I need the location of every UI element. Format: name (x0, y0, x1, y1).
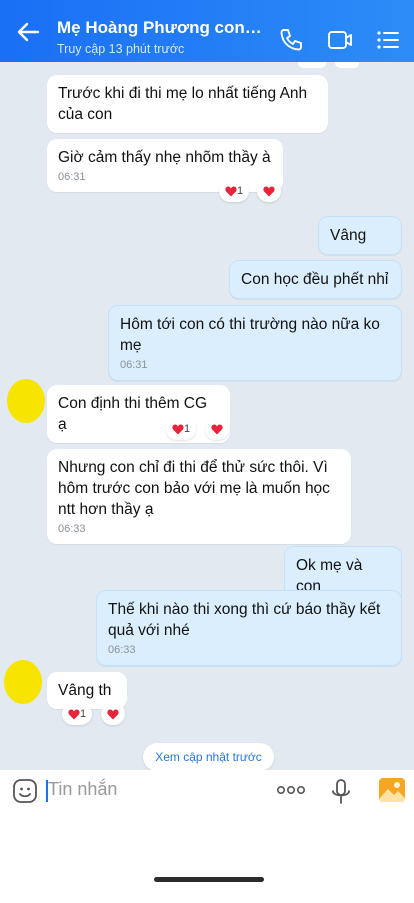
add-reaction-button[interactable] (205, 418, 229, 440)
message-bubble-outgoing[interactable]: Thế khi nào thi xong thì cứ báo thầy kết… (96, 590, 402, 666)
message-composer: Tin nhắn (0, 770, 414, 903)
heart-icon (107, 709, 119, 719)
add-reaction-button[interactable] (101, 703, 125, 725)
reaction-count: 1 (183, 423, 191, 435)
heart-icon (68, 709, 80, 719)
message-text: Thế khi nào thi xong thì cứ báo thầy kết… (108, 601, 381, 639)
message-list[interactable]: Trước khi đi thi mẹ lo nhất tiếng Anh củ… (0, 62, 414, 770)
home-indicator[interactable] (154, 877, 264, 882)
reaction-count-badge[interactable]: 1 (62, 703, 92, 725)
heart-icon (211, 424, 223, 434)
message-bubble-outgoing[interactable]: Vâng (318, 216, 402, 255)
add-reaction-button[interactable] (257, 180, 281, 202)
message-time: 06:33 (108, 644, 136, 656)
phone-icon[interactable] (278, 27, 304, 53)
sticker-icon[interactable] (12, 778, 38, 804)
menu-list-icon[interactable] (375, 27, 401, 53)
message-time: 06:33 (58, 523, 86, 535)
message-bubble-outgoing[interactable]: Hôm tới con có thi trường nào nữa ko mẹ … (108, 305, 402, 381)
message-bubble-outgoing[interactable]: Con học đều phết nhỉ (229, 260, 402, 299)
contact-avatar[interactable] (4, 660, 42, 704)
chat-header: Mẹ Hoàng Phương con T... Truy cập 13 phú… (0, 0, 414, 62)
message-text: Nhưng con chỉ đi thi để thử sức thôi. Vì… (58, 459, 330, 518)
message-text: Con học đều phết nhỉ (241, 271, 389, 288)
microphone-icon[interactable] (330, 778, 352, 806)
image-icon[interactable] (378, 777, 406, 803)
contact-name[interactable]: Mẹ Hoàng Phương con T... (57, 18, 262, 38)
last-seen-status: Truy cập 13 phút trước (57, 42, 185, 56)
message-text: Vâng th (58, 682, 112, 699)
message-bubble-incoming[interactable]: Giờ cảm thấy nhẹ nhõm thầy à 06:31 (47, 139, 283, 192)
message-input[interactable]: Tin nhắn (48, 779, 117, 800)
reaction-count-badge[interactable]: 1 (166, 418, 196, 440)
reaction-count-badge[interactable]: 1 (219, 180, 249, 202)
message-bubble-incoming[interactable]: Con định thi thêm CG ạ (47, 385, 230, 443)
clipped-reaction (298, 62, 326, 68)
message-text: Trước khi đi thi mẹ lo nhất tiếng Anh củ… (58, 85, 308, 123)
message-text: Giờ cảm thấy nhẹ nhõm thầy à (58, 149, 271, 166)
reaction-count: 1 (79, 708, 87, 720)
message-text: Hôm tới con có thi trường nào nữa ko mẹ (120, 316, 380, 354)
load-previous-button[interactable]: Xem cập nhật trước (143, 743, 274, 770)
heart-icon (172, 424, 184, 434)
message-bubble-incoming[interactable]: Nhưng con chỉ đi thi để thử sức thôi. Vì… (47, 449, 351, 544)
heart-icon (225, 186, 237, 196)
message-bubble-incoming[interactable]: Trước khi đi thi mẹ lo nhất tiếng Anh củ… (47, 75, 328, 133)
message-text: Vâng (330, 227, 367, 244)
heart-icon (263, 186, 275, 196)
more-icon[interactable] (276, 782, 306, 798)
clipped-reaction (335, 62, 359, 68)
message-time: 06:31 (120, 359, 148, 371)
video-call-icon[interactable] (327, 27, 353, 53)
contact-avatar[interactable] (7, 379, 45, 423)
back-arrow-icon[interactable] (14, 18, 42, 46)
reaction-count: 1 (236, 185, 244, 197)
